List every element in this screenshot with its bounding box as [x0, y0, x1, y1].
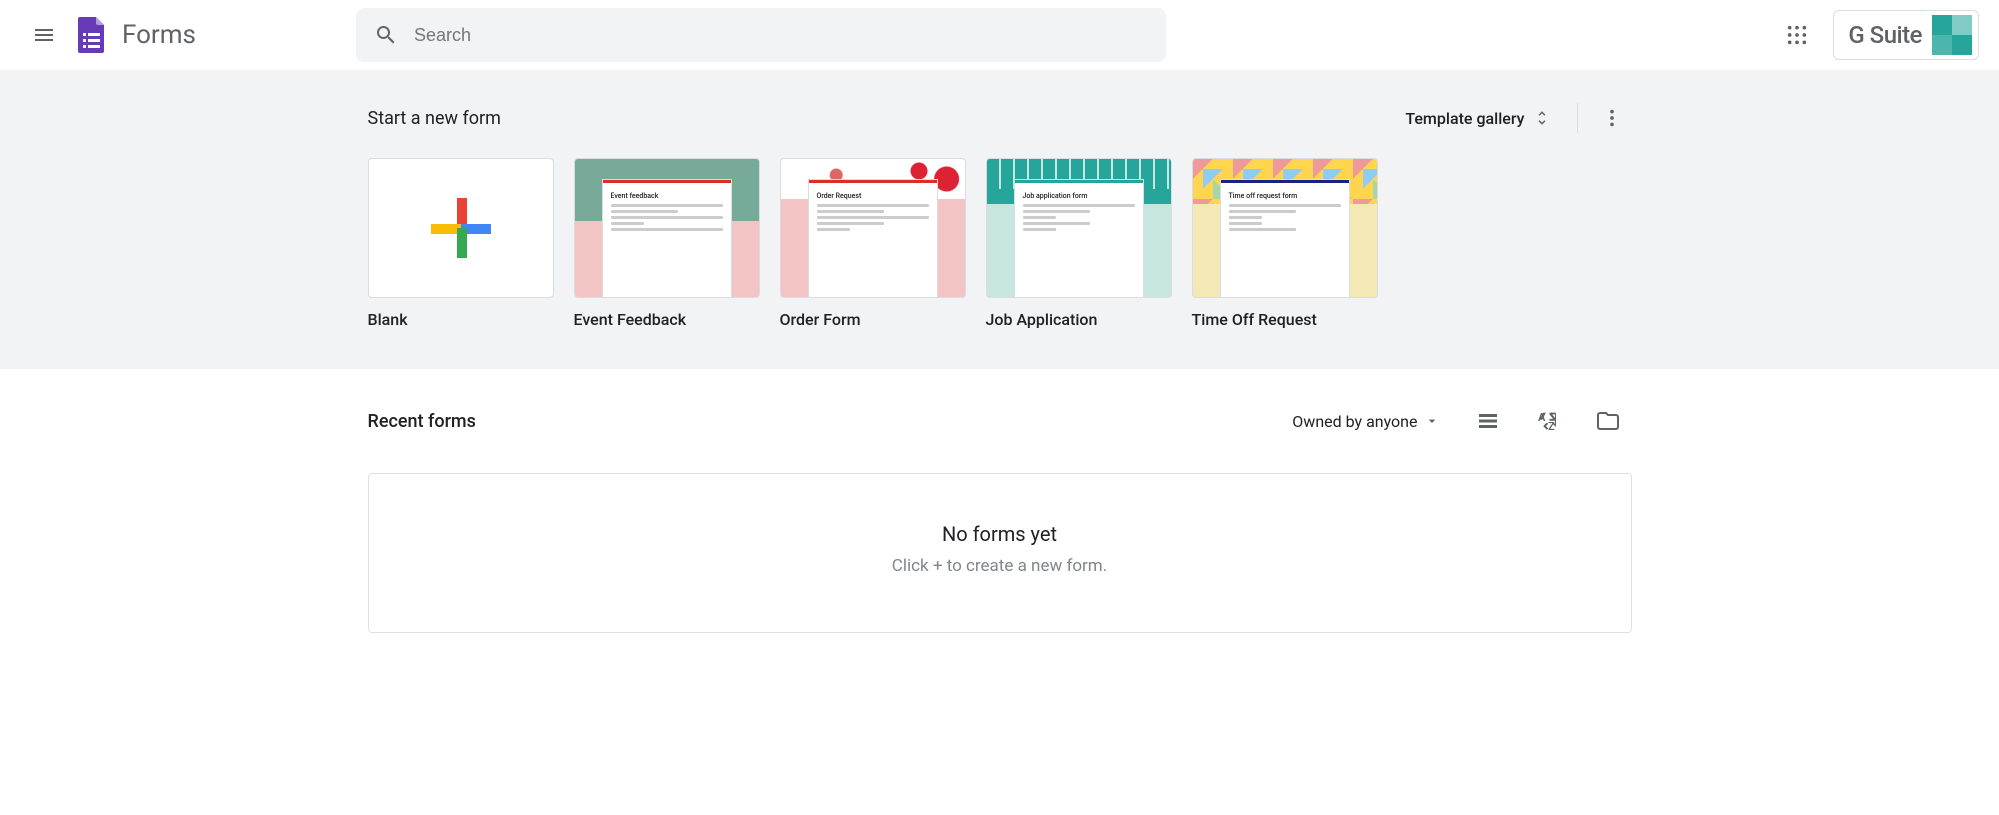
template-card-blank[interactable]: Blank	[368, 158, 554, 329]
template-card-event-feedback[interactable]: Event feedback Event Feedback	[574, 158, 760, 329]
templates-title: Start a new form	[368, 108, 501, 129]
app-header: Forms G Suite	[0, 0, 1999, 70]
template-thumb: Time off request form	[1192, 158, 1378, 298]
template-label: Time Off Request	[1192, 310, 1378, 329]
template-gallery-label: Template gallery	[1405, 109, 1524, 128]
dropdown-icon	[1424, 413, 1440, 429]
empty-title: No forms yet	[369, 522, 1631, 546]
template-thumb	[368, 158, 554, 298]
gsuite-label: G Suite	[1848, 21, 1922, 49]
svg-text:Z: Z	[1548, 420, 1555, 433]
sort-az-icon: AZ	[1536, 409, 1560, 433]
sort-button[interactable]: AZ	[1524, 397, 1572, 445]
main-menu-button[interactable]	[20, 11, 68, 59]
search-box[interactable]	[356, 8, 1166, 62]
account-chip[interactable]: G Suite	[1833, 10, 1979, 60]
template-thumb: Order Request	[780, 158, 966, 298]
template-label: Event Feedback	[574, 310, 760, 329]
template-label: Order Form	[780, 310, 966, 329]
svg-text:A: A	[1538, 411, 1546, 424]
forms-logo-icon	[72, 15, 112, 55]
divider	[1577, 103, 1578, 133]
recent-header: Recent forms Owned by anyone AZ	[368, 393, 1632, 449]
templates-section: Start a new form Template gallery Blank	[0, 70, 1999, 369]
template-thumb: Event feedback	[574, 158, 760, 298]
templates-more-button[interactable]	[1592, 98, 1632, 138]
empty-subtitle: Click + to create a new form.	[369, 556, 1631, 576]
unfold-icon	[1533, 109, 1551, 127]
open-file-picker-button[interactable]	[1584, 397, 1632, 445]
hamburger-icon	[32, 23, 56, 47]
more-vert-icon	[1601, 107, 1623, 129]
template-card-order-form[interactable]: Order Request Order Form	[780, 158, 966, 329]
empty-state: No forms yet Click + to create a new for…	[368, 473, 1632, 633]
templates-header: Start a new form Template gallery	[368, 90, 1632, 146]
recent-title: Recent forms	[368, 411, 476, 432]
app-name: Forms	[122, 20, 196, 50]
list-view-button[interactable]	[1464, 397, 1512, 445]
search-input[interactable]	[414, 25, 1148, 46]
template-label: Blank	[368, 310, 554, 329]
template-gallery-button[interactable]: Template gallery	[1393, 101, 1562, 136]
template-card-time-off-request[interactable]: Time off request form Time Off Request	[1192, 158, 1378, 329]
avatar	[1932, 15, 1972, 55]
list-view-icon	[1476, 409, 1500, 433]
owner-filter-dropdown[interactable]: Owned by anyone	[1280, 404, 1451, 439]
forms-home-link[interactable]: Forms	[72, 15, 196, 55]
owner-filter-label: Owned by anyone	[1292, 412, 1417, 431]
google-apps-button[interactable]	[1773, 11, 1821, 59]
apps-grid-icon	[1786, 24, 1808, 46]
template-label: Job Application	[986, 310, 1172, 329]
recent-section: Recent forms Owned by anyone AZ No forms…	[0, 369, 1999, 657]
folder-icon	[1596, 409, 1620, 433]
search-icon	[374, 23, 398, 47]
template-card-job-application[interactable]: Job application form Job Application	[986, 158, 1172, 329]
plus-icon	[431, 198, 491, 258]
template-thumb: Job application form	[986, 158, 1172, 298]
templates-row: Blank Event feedback Event Feedback Orde…	[368, 158, 1632, 329]
